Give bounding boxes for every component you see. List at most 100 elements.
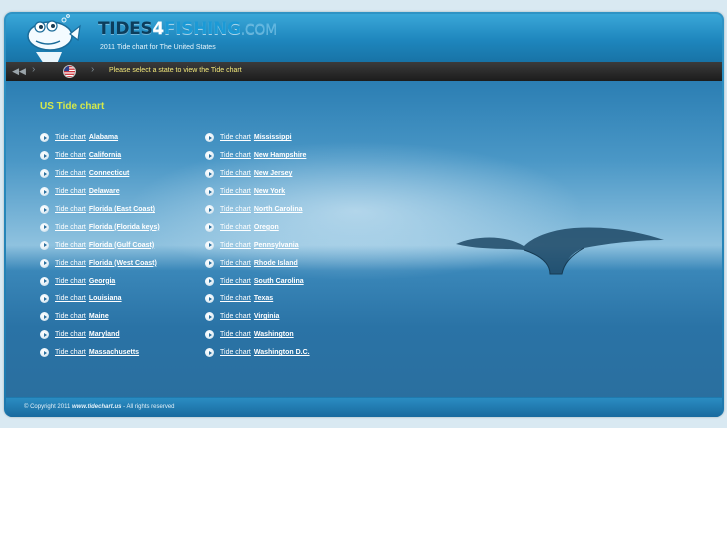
state-link-name[interactable]: New York [254, 188, 285, 195]
state-link-name[interactable]: Florida (Florida keys) [89, 224, 160, 231]
state-link[interactable]: Tide chart Oregon [205, 218, 365, 236]
state-link-prefix[interactable]: Tide chart [55, 242, 86, 249]
bullet-arrow-icon [205, 133, 214, 143]
state-link-name[interactable]: New Hampshire [254, 152, 307, 159]
state-link[interactable]: Tide chart Texas [205, 290, 365, 308]
state-link[interactable]: Tide chart North Carolina [205, 201, 365, 219]
state-link-prefix[interactable]: Tide chart [55, 170, 86, 177]
state-link-name[interactable]: Virginia [254, 313, 280, 320]
state-link[interactable]: Tide chart Connecticut [40, 165, 200, 183]
bullet-arrow-icon [205, 348, 214, 358]
logo-part-fishing: FISHING [163, 19, 241, 39]
bullet-arrow-icon [40, 240, 49, 250]
state-link-prefix[interactable]: Tide chart [220, 313, 251, 320]
site-subtitle: 2011 Tide chart for The United States [100, 44, 216, 51]
state-link[interactable]: Tide chart Florida (West Coast) [40, 254, 200, 272]
state-link-name[interactable]: Connecticut [89, 170, 129, 177]
state-link-name[interactable]: California [89, 152, 121, 159]
state-link-prefix[interactable]: Tide chart [220, 152, 251, 159]
state-link-name[interactable]: Florida (East Coast) [89, 206, 155, 213]
state-link-name[interactable]: Maine [89, 313, 109, 320]
state-link-name[interactable]: North Carolina [254, 206, 303, 213]
state-link[interactable]: Tide chart Maryland [40, 326, 200, 344]
state-link[interactable]: Tide chart Rhode Island [205, 254, 365, 272]
state-link-prefix[interactable]: Tide chart [220, 170, 251, 177]
state-link-prefix[interactable]: Tide chart [55, 188, 86, 195]
copyright-site-link[interactable]: www.tidechart.us [72, 404, 121, 410]
state-link[interactable]: Tide chart Mississippi [205, 129, 365, 147]
state-link-name[interactable]: Pennsylvania [254, 242, 299, 249]
state-link-prefix[interactable]: Tide chart [55, 349, 86, 356]
state-link-name[interactable]: Rhode Island [254, 260, 298, 267]
bullet-arrow-icon [40, 330, 49, 340]
state-link[interactable]: Tide chart Florida (East Coast) [40, 201, 200, 219]
bullet-arrow-icon [205, 312, 214, 322]
state-link-name[interactable]: Washington [254, 331, 294, 338]
bullet-arrow-icon [40, 133, 49, 143]
us-flag-icon[interactable] [63, 65, 76, 78]
state-link[interactable]: Tide chart Florida (Florida keys) [40, 218, 200, 236]
state-link-prefix[interactable]: Tide chart [220, 295, 251, 302]
state-link-prefix[interactable]: Tide chart [220, 349, 251, 356]
state-link-prefix[interactable]: Tide chart [220, 278, 251, 285]
site-logo-text[interactable]: TIDES4FISHING.COM [98, 19, 277, 39]
state-link[interactable]: Tide chart New Hampshire [205, 147, 365, 165]
state-link[interactable]: Tide chart Florida (Gulf Coast) [40, 236, 200, 254]
state-link-prefix[interactable]: Tide chart [55, 313, 86, 320]
breadcrumb-separator-icon: › [32, 64, 36, 75]
state-link-prefix[interactable]: Tide chart [55, 224, 86, 231]
bullet-arrow-icon [205, 187, 214, 197]
state-link[interactable]: Tide chart Alabama [40, 129, 200, 147]
state-link[interactable]: Tide chart Massachusetts [40, 344, 200, 362]
state-link-prefix[interactable]: Tide chart [220, 188, 251, 195]
state-link-name[interactable]: Mississippi [254, 134, 292, 141]
back-arrow-icon[interactable]: ◀◀ [10, 65, 28, 78]
state-link[interactable]: Tide chart Louisiana [40, 290, 200, 308]
state-link-prefix[interactable]: Tide chart [220, 242, 251, 249]
state-link-name[interactable]: Florida (Gulf Coast) [89, 242, 154, 249]
bullet-arrow-icon [40, 348, 49, 358]
state-link-name[interactable]: Georgia [89, 278, 115, 285]
whale-tail-image [456, 227, 664, 275]
state-link-prefix[interactable]: Tide chart [220, 224, 251, 231]
state-link-prefix[interactable]: Tide chart [55, 331, 86, 338]
state-link-prefix[interactable]: Tide chart [55, 295, 86, 302]
state-link-prefix[interactable]: Tide chart [220, 134, 251, 141]
state-link[interactable]: Tide chart New Jersey [205, 165, 365, 183]
state-link[interactable]: Tide chart Georgia [40, 272, 200, 290]
state-link-prefix[interactable]: Tide chart [55, 206, 86, 213]
state-link-prefix[interactable]: Tide chart [55, 134, 86, 141]
state-link-name[interactable]: Texas [254, 295, 273, 302]
state-link[interactable]: Tide chart California [40, 147, 200, 165]
bullet-arrow-icon [40, 222, 49, 232]
state-link-prefix[interactable]: Tide chart [55, 260, 86, 267]
logo-part-tides: TIDES [98, 19, 153, 39]
state-link[interactable]: Tide chart Washington [205, 326, 365, 344]
state-link-name[interactable]: Delaware [89, 188, 120, 195]
bullet-arrow-icon [205, 222, 214, 232]
state-link-prefix[interactable]: Tide chart [220, 331, 251, 338]
state-link-name[interactable]: Florida (West Coast) [89, 260, 157, 267]
state-link[interactable]: Tide chart New York [205, 183, 365, 201]
state-link-prefix[interactable]: Tide chart [55, 152, 86, 159]
state-link-name[interactable]: Louisiana [89, 295, 122, 302]
state-link-prefix[interactable]: Tide chart [55, 278, 86, 285]
state-link-name[interactable]: Oregon [254, 224, 279, 231]
main-content: US Tide chart Tide chart Alabama Tide char… [6, 81, 722, 397]
state-link-name[interactable]: Washington D.C. [254, 349, 310, 356]
state-link-name[interactable]: New Jersey [254, 170, 293, 177]
state-link[interactable]: Tide chart Delaware [40, 183, 200, 201]
state-link-prefix[interactable]: Tide chart [220, 260, 251, 267]
state-link-name[interactable]: Maryland [89, 331, 120, 338]
state-link-prefix[interactable]: Tide chart [220, 206, 251, 213]
state-link[interactable]: Tide chart Pennsylvania [205, 236, 365, 254]
state-link-name[interactable]: Massachusetts [89, 349, 139, 356]
state-list-right: Tide chart Mississippi Tide chart New Hamps… [205, 129, 365, 362]
state-link-name[interactable]: Alabama [89, 134, 118, 141]
state-link-name[interactable]: South Carolina [254, 278, 304, 285]
state-link[interactable]: Tide chart Maine [40, 308, 200, 326]
state-link[interactable]: Tide chart Washington D.C. [205, 344, 365, 362]
state-link[interactable]: Tide chart Virginia [205, 308, 365, 326]
copyright-suffix: - All rights reserved [123, 404, 175, 410]
state-link[interactable]: Tide chart South Carolina [205, 272, 365, 290]
